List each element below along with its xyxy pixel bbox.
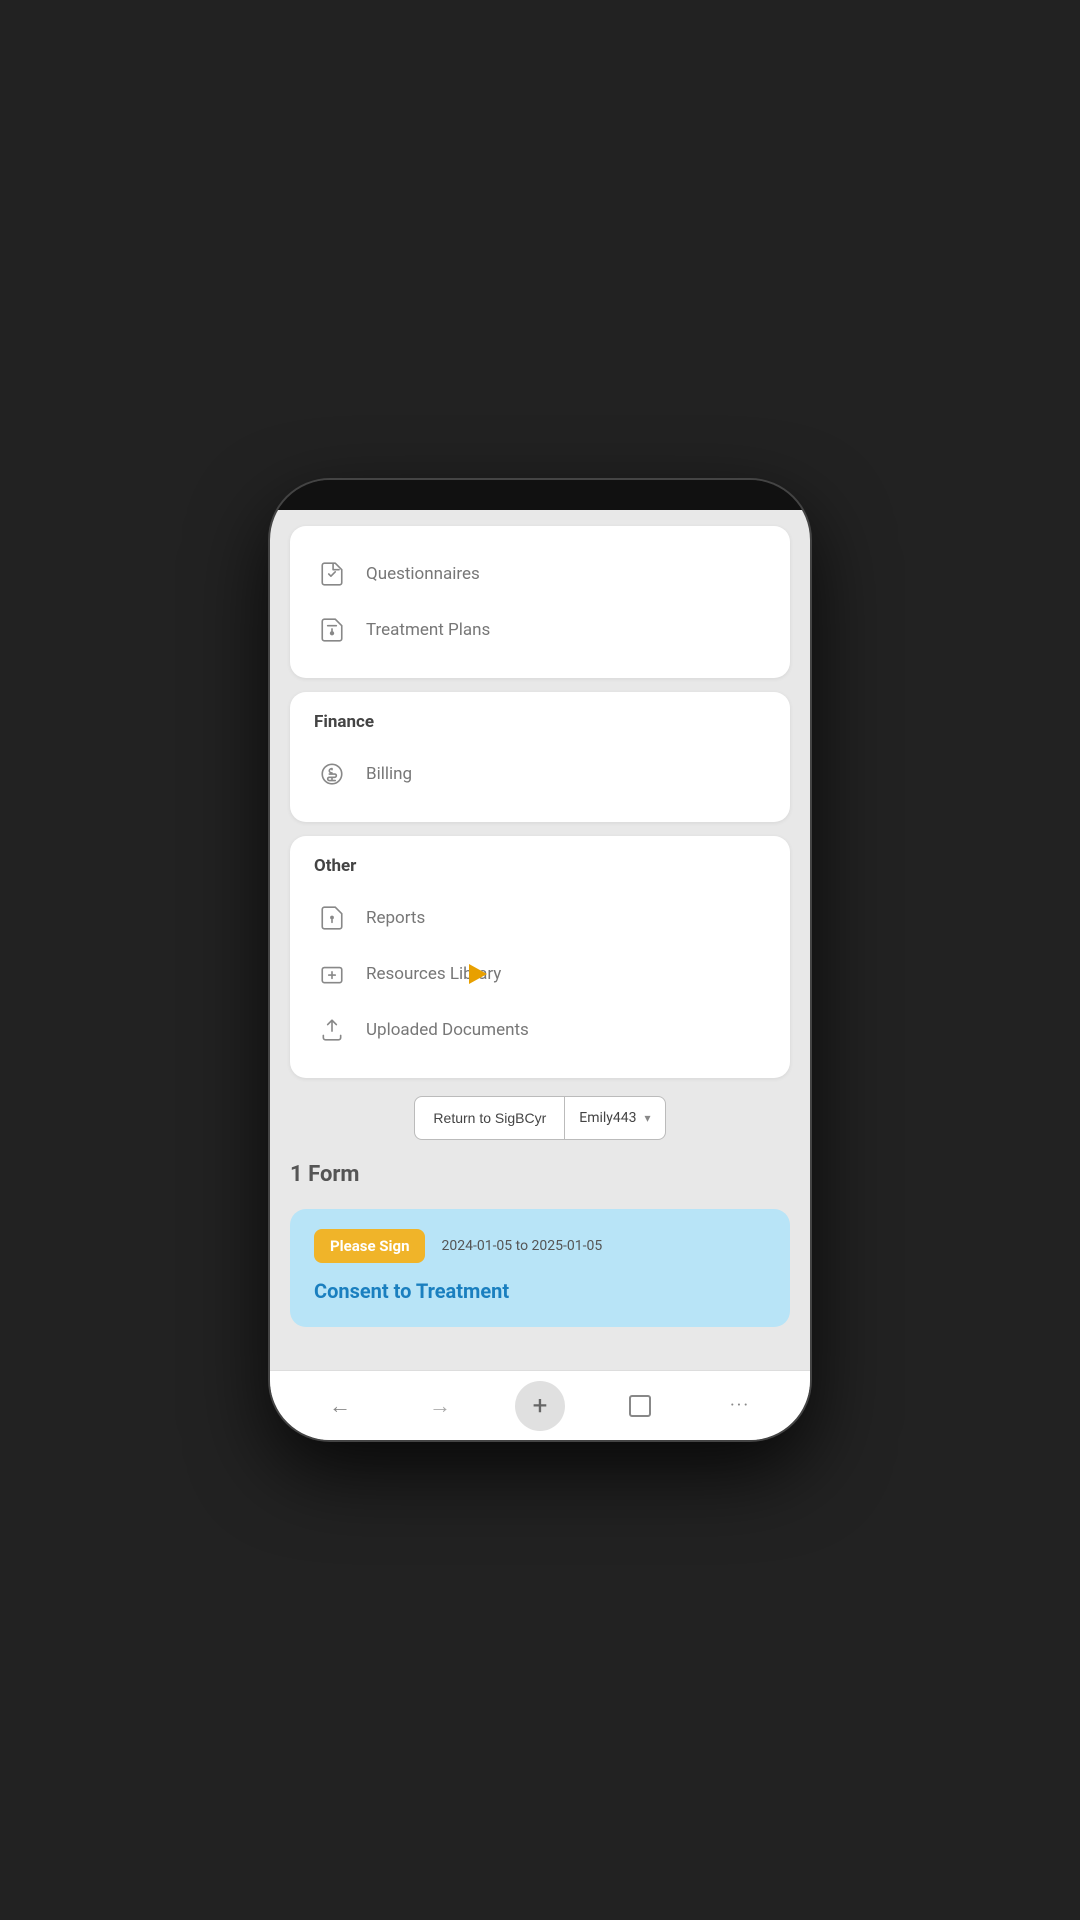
menu-item-billing[interactable]: Billing: [314, 746, 766, 802]
treatment-plans-icon: [314, 612, 350, 648]
resources-label: Resources Library: [366, 964, 501, 984]
menu-item-reports[interactable]: Reports: [314, 890, 766, 946]
finance-section-title: Finance: [314, 712, 766, 732]
consent-title[interactable]: Consent to Treatment: [314, 1279, 766, 1303]
uploaded-docs-label: Uploaded Documents: [366, 1020, 529, 1040]
form-card[interactable]: Please Sign 2024-01-05 to 2025-01-05 Con…: [290, 1209, 790, 1327]
menu-item-uploaded-docs[interactable]: Uploaded Documents: [314, 1002, 766, 1058]
menu-item-treatment-plans[interactable]: Treatment Plans: [314, 602, 766, 658]
window-button[interactable]: [615, 1381, 665, 1431]
card-finance: Finance Billing: [290, 692, 790, 822]
other-section-title: Other: [314, 856, 766, 876]
spacer: [290, 1341, 790, 1351]
more-icon: ···: [730, 1395, 750, 1416]
questionnaires-label: Questionnaires: [366, 564, 480, 584]
menu-item-questionnaires[interactable]: Questionnaires: [314, 546, 766, 602]
billing-icon: [314, 756, 350, 792]
menu-item-resources[interactable]: Resources Library: [314, 946, 766, 1002]
please-sign-badge[interactable]: Please Sign: [314, 1229, 425, 1263]
window-icon: [629, 1395, 651, 1417]
resources-icon: [314, 956, 350, 992]
user-dropdown-label: Emily443: [579, 1110, 636, 1126]
return-button[interactable]: Return to SigBCyr: [414, 1096, 565, 1140]
plus-icon: +: [533, 1391, 548, 1421]
add-button[interactable]: +: [515, 1381, 565, 1431]
uploaded-docs-icon: [314, 1012, 350, 1048]
more-button[interactable]: ···: [715, 1381, 765, 1431]
screen: Questionnaires Treatment Plans Finance: [270, 510, 810, 1440]
chevron-down-icon: ▾: [645, 1111, 651, 1125]
billing-label: Billing: [366, 764, 412, 784]
user-dropdown[interactable]: Emily443 ▾: [565, 1096, 665, 1140]
content-scroll: Questionnaires Treatment Plans Finance: [270, 510, 810, 1370]
reports-icon: [314, 900, 350, 936]
please-sign-row: Please Sign 2024-01-05 to 2025-01-05: [314, 1229, 766, 1263]
phone-frame: Questionnaires Treatment Plans Finance: [270, 480, 810, 1440]
card-top-menu: Questionnaires Treatment Plans: [290, 526, 790, 678]
bottom-nav: ← → + ···: [270, 1370, 810, 1440]
back-button[interactable]: ←: [315, 1381, 365, 1431]
date-range: 2024-01-05 to 2025-01-05: [441, 1238, 602, 1254]
questionnaires-icon: [314, 556, 350, 592]
reports-label: Reports: [366, 908, 425, 928]
return-row: Return to SigBCyr Emily443 ▾: [290, 1096, 790, 1140]
treatment-plans-label: Treatment Plans: [366, 620, 490, 640]
back-icon: ←: [329, 1393, 351, 1419]
forward-button[interactable]: →: [415, 1381, 465, 1431]
forward-icon: →: [429, 1393, 451, 1419]
forms-count: 1 Form: [290, 1162, 790, 1187]
card-other: Other Reports: [290, 836, 790, 1078]
